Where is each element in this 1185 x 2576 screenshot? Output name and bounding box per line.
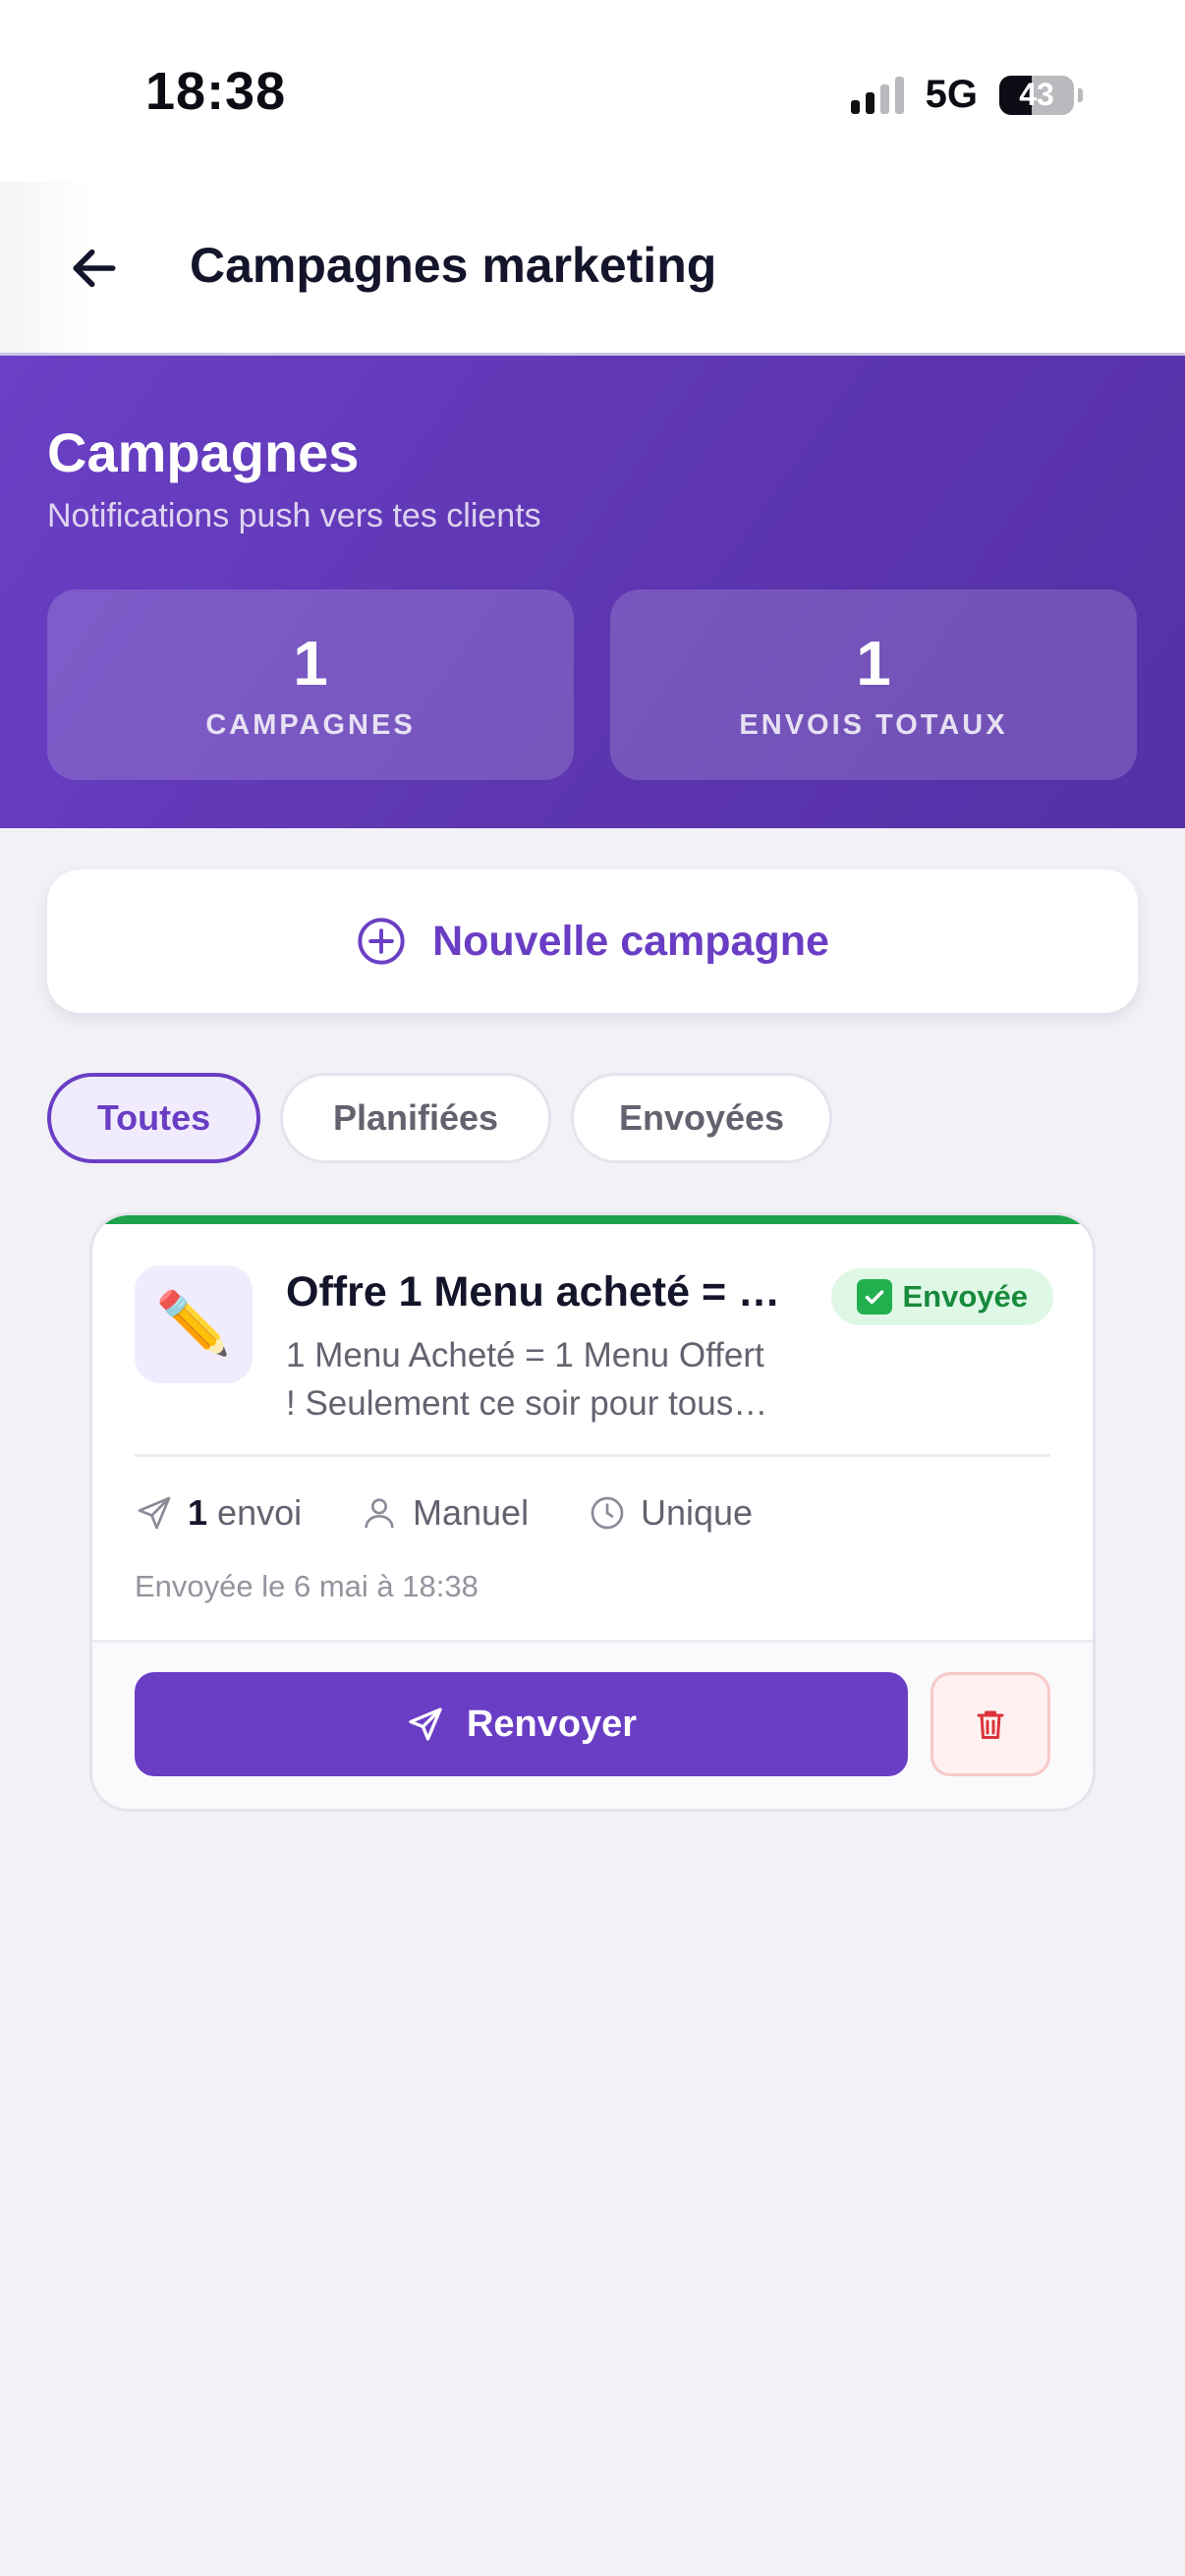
sent-date: Envoyée le 6 mai à 18:38 bbox=[135, 1569, 479, 1603]
new-campaign-label: Nouvelle campagne bbox=[432, 917, 829, 965]
meta-sends: 1 envoi bbox=[135, 1488, 302, 1538]
filter-tab-all[interactable]: Toutes bbox=[47, 1073, 260, 1163]
sends-count: 1 bbox=[188, 1492, 208, 1533]
cellular-signal-icon bbox=[850, 76, 904, 114]
battery-tip bbox=[1078, 87, 1083, 102]
meta-frequency: Unique bbox=[588, 1488, 753, 1538]
resend-label: Renvoyer bbox=[466, 1703, 638, 1745]
delete-button[interactable] bbox=[931, 1672, 1050, 1776]
hero-subtitle: Notifications push vers tes clients bbox=[47, 497, 541, 534]
status-accent-bar bbox=[92, 1215, 1093, 1224]
stat-label: CAMPAGNES bbox=[205, 709, 416, 741]
network-type: 5G bbox=[925, 73, 978, 116]
campaign-frequency: Unique bbox=[641, 1492, 754, 1533]
check-icon bbox=[857, 1279, 893, 1315]
stat-card-campaigns: 1 CAMPAGNES bbox=[47, 589, 574, 780]
clock-icon bbox=[591, 1496, 624, 1530]
campaign-description: 1 Menu Acheté = 1 Menu Offert ! Seulemen… bbox=[286, 1336, 764, 1423]
new-campaign-button[interactable]: Nouvelle campagne bbox=[47, 869, 1138, 1013]
meta-type: Manuel bbox=[360, 1488, 529, 1538]
battery-percent: 43 bbox=[1019, 77, 1054, 112]
stat-label: ENVOIS TOTAUX bbox=[739, 709, 1008, 741]
hero-title: Campagnes bbox=[47, 421, 360, 483]
sends-label: envoi bbox=[217, 1492, 303, 1533]
status-time: 18:38 bbox=[145, 62, 287, 121]
stat-card-total-sends: 1 ENVOIS TOTAUX bbox=[610, 589, 1137, 780]
campaign-icon: ✏️ bbox=[135, 1265, 253, 1383]
battery-icon: 43 bbox=[999, 75, 1074, 115]
status-indicators: 5G 43 bbox=[850, 73, 1083, 117]
page-title: Campagnes marketing bbox=[190, 238, 717, 293]
nav-header: Campagnes marketing bbox=[0, 182, 1185, 356]
hero-section: Campagnes Notifications push vers tes cl… bbox=[0, 356, 1185, 828]
status-badge: Envoyée bbox=[831, 1268, 1053, 1325]
send-icon bbox=[138, 1496, 171, 1530]
campaign-card[interactable]: ✏️ Offre 1 Menu acheté = 1 Menu offert E… bbox=[89, 1212, 1096, 1812]
divider bbox=[135, 1454, 1050, 1457]
status-badge-label: Envoyée bbox=[902, 1279, 1028, 1314]
back-button[interactable] bbox=[57, 231, 132, 306]
filter-tab-sent[interactable]: Envoyées bbox=[571, 1073, 832, 1163]
stat-value: 1 bbox=[856, 628, 891, 699]
send-icon bbox=[409, 1708, 442, 1741]
trash-icon bbox=[977, 1710, 1004, 1739]
campaign-type: Manuel bbox=[413, 1492, 530, 1533]
campaign-title: Offre 1 Menu acheté = 1 Menu offert bbox=[286, 1268, 787, 1316]
stat-value: 1 bbox=[293, 628, 328, 699]
card-actions: Renvoyer bbox=[92, 1640, 1093, 1809]
status-bar: 18:38 5G 43 bbox=[0, 0, 1185, 182]
arrow-left-icon bbox=[73, 249, 116, 288]
user-icon bbox=[365, 1498, 394, 1529]
plus-circle-icon bbox=[358, 918, 405, 965]
resend-button[interactable]: Renvoyer bbox=[135, 1672, 908, 1776]
filter-tab-scheduled[interactable]: Planifiées bbox=[280, 1073, 551, 1163]
pencil-icon: ✏️ bbox=[155, 1290, 232, 1358]
